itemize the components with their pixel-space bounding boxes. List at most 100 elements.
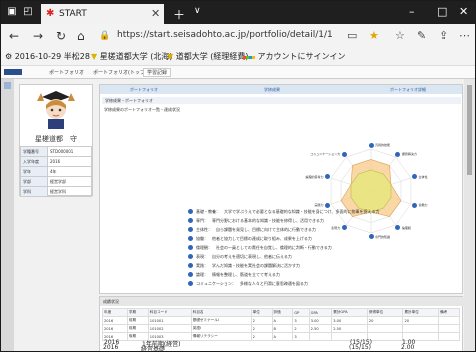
tab-manager-icon[interactable]: ▣ [7, 7, 17, 17]
favorite-item[interactable]: ⚙ 2016-10-29 半松28 [5, 51, 90, 62]
lock-icon: 🔒 [99, 31, 111, 41]
radar-axis-node [395, 151, 401, 157]
bullet-icon [188, 218, 193, 223]
radar-axis-label: 課題解決力 [401, 152, 417, 157]
favorite-item[interactable]: アカウントにサインイン [243, 51, 346, 62]
radar-axis-label: 汎用的技能 [375, 143, 391, 148]
tab-strip: ▣ ◰ ✱ START ✕ ＋ ∨ – □ ✕ [1, 1, 475, 24]
legend-list: 基礎・教養： 大学で学ぶうえで必要となる基礎的な知識・技能を身につけ、多面的に物… [188, 208, 452, 289]
profile-table: 学籍番号 STD000001 入学年度 2016 学年 4年 学部 経営学部 学科 経営学… [20, 146, 92, 197]
nav-portfolio-top[interactable]: ポートフォリオ(トップ) [93, 69, 147, 76]
bullet-icon [188, 227, 193, 232]
tab-back-icon[interactable]: ◰ [23, 7, 33, 17]
close-tab-icon[interactable]: ✕ [151, 7, 160, 20]
table-row: 学籍番号 STD000001 [20, 146, 92, 157]
radar-series-area [350, 169, 392, 213]
site-favicon-icon: ✱ [46, 8, 55, 19]
table-row: 入学年度 2016 [20, 156, 92, 167]
scrollbar[interactable] [464, 79, 475, 351]
radar-axis-label: 協働力 [418, 203, 428, 208]
list-item: 基礎・教養： 大学で学ぶうえで必要となる基礎的な知識・技能を身につけ、多面的に物… [188, 208, 452, 217]
table-row: 学科 経営学科 [20, 186, 92, 197]
more-icon[interactable]: ⋯ [459, 29, 470, 42]
bullet-icon [188, 281, 193, 286]
bullet-icon [188, 209, 193, 214]
share-icon[interactable]: ⇪ [439, 29, 448, 42]
breadcrumb: 学修成果のポートフォリオ一覧・達成状況 [104, 107, 180, 112]
profile-panel: 星槎道都 守 学籍番号 STD000001 入学年度 2016 学年 4年 学部 経営学… [19, 84, 93, 197]
image-icon[interactable] [4, 82, 11, 89]
tab-title: START [59, 9, 87, 19]
list-item: コミュニケーション： 多様な人々と円滑に意思疎通を図る力 [188, 280, 452, 289]
radar-axis-label: 論理的思考力 [305, 174, 324, 179]
page-content: 星槎道都 守 学籍番号 STD000001 入学年度 2016 学年 4年 学部 経営学… [1, 79, 475, 351]
maximize-icon[interactable]: □ [437, 5, 447, 18]
side-strip [1, 79, 14, 351]
bookmark-icon: ▼ [167, 52, 174, 61]
forward-icon[interactable]: → [33, 29, 43, 43]
list-item: 倫理観： 社会の一員としての責任を自覚し、倫理的に判断・行動できる力 [188, 244, 452, 253]
minimize-icon[interactable]: – [409, 5, 415, 18]
address-bar: ← → ↻ ⌂ 🔒 https://start.seisadohto.ac.jp… [1, 24, 475, 48]
browser-window: ▣ ◰ ✱ START ✕ ＋ ∨ – □ ✕ ← → ↻ ⌂ 🔒 https:… [0, 0, 476, 352]
summary-row: 2016 経営基礎 (15/15) 2.00 [103, 344, 415, 352]
list-item: 専門： 専門分野における基本的な知識・技能を修得し、活用できる力 [188, 217, 452, 226]
web-note-icon[interactable]: ✎ [417, 29, 426, 42]
table-header-row: 年度 学期 科目コード 科目名 単位 評価 GP GPA 累計GPA 修得単位 累計単位 備考 [102, 308, 460, 317]
window-close-icon[interactable]: ✕ [459, 5, 468, 18]
bookmark-icon: ▼ [91, 52, 98, 61]
table-row: 学部 経営学部 [20, 176, 92, 187]
tab-start[interactable]: ✱ START ✕ [41, 4, 164, 24]
radar-axis-label: 主体性 [418, 174, 428, 179]
favorite-star-icon[interactable]: ★ [369, 29, 379, 42]
list-item: 論理： 情報を整理し、筋道を立てて考える力 [188, 271, 452, 280]
reading-view-icon[interactable]: ▭ [347, 29, 357, 42]
card-tabs: ポートフォリオ 学修成果 ポートフォリオ詳細 [100, 85, 462, 94]
scrollbar-thumb[interactable] [467, 85, 472, 175]
list-item: 協働： 他者と協力して目標の達成に取り組み、成果を上げる力 [188, 235, 452, 244]
list-item: 主体性： 自ら課題を発見し、目標に向けて主体的に行動できる力 [188, 226, 452, 235]
list-item: 実践： 学んだ知識・技能を実社会の課題解決に活かす力 [188, 262, 452, 271]
bullet-icon [188, 245, 193, 250]
url-field[interactable]: https://start.seisadohto.ac.jp/portfolio… [117, 30, 333, 40]
bullet-icon [188, 236, 193, 241]
section-title: 学修成果・ポートフォリオ [102, 97, 461, 104]
back-icon[interactable]: ← [9, 29, 19, 43]
site-nav: ポートフォリオ ポートフォリオ(トップ) 学習記録 [1, 66, 475, 79]
radar-axis-node [368, 234, 374, 240]
refresh-icon[interactable]: ↻ [56, 29, 66, 43]
tab-results[interactable]: 学修成果 [264, 87, 280, 93]
list-item: 表現： 自分の考えを適切に表現し、他者に伝える力 [188, 253, 452, 262]
tab-portfolio-detail[interactable]: ポートフォリオ詳細 [390, 87, 426, 93]
student-name: 星槎道都 守 [35, 135, 77, 143]
radar-axis-label: 倫理観 [401, 225, 411, 230]
microsoft-logo-icon [243, 52, 255, 61]
bullet-icon [188, 254, 193, 259]
radar-axis-node [368, 142, 374, 148]
home-icon[interactable]: ⌂ [77, 29, 85, 43]
bullet-icon [188, 272, 193, 277]
avatar [28, 89, 84, 129]
radar-axis-label: 実践力 [314, 203, 324, 208]
bullet-icon [188, 263, 193, 268]
nav-portfolio[interactable]: ポートフォリオ [49, 69, 84, 76]
favorite-item[interactable]: ▼ 道都大学 (経理経費) [167, 51, 249, 62]
gear-icon: ⚙ [5, 52, 13, 61]
favorite-item[interactable]: ▼ 星槎道都大学 (北海) [91, 51, 173, 62]
tab-portfolio[interactable]: ポートフォリオ [130, 87, 158, 93]
nav-learning-record[interactable]: 学習記録 [143, 68, 172, 77]
grades-title: 成績状況 [100, 297, 465, 306]
radar-axis-label: 表現力 [331, 225, 341, 230]
radar-axis-node [341, 151, 347, 157]
portfolio-card: ポートフォリオ 学修成果 ポートフォリオ詳細 学修成果・ポートフォリオ 学修成果… [99, 84, 463, 294]
table-row: 2016 前期 101001 基礎ゼミナールI 2 A 3 3.00 3.00 20 20 [102, 316, 460, 325]
new-tab-icon[interactable]: ＋ [173, 6, 185, 23]
radar-axis-label: 専門的知識 [375, 234, 391, 239]
tab-list-chevron-icon[interactable]: ∨ [194, 6, 201, 16]
favorites-bar: ⚙ 2016-10-29 半松28 ▼ 星槎道都大学 (北海) ▼ 道都大学 (… [1, 48, 475, 66]
favorites-hub-icon[interactable]: ☆ [395, 29, 405, 42]
table-row: 2016 前期 101002 英語I 2 B 2 2.50 2.50 [102, 324, 460, 333]
radar-axis-label: コミュニケーション力 [310, 152, 341, 157]
site-logo[interactable] [4, 69, 22, 75]
radar-axis-node [411, 202, 417, 208]
